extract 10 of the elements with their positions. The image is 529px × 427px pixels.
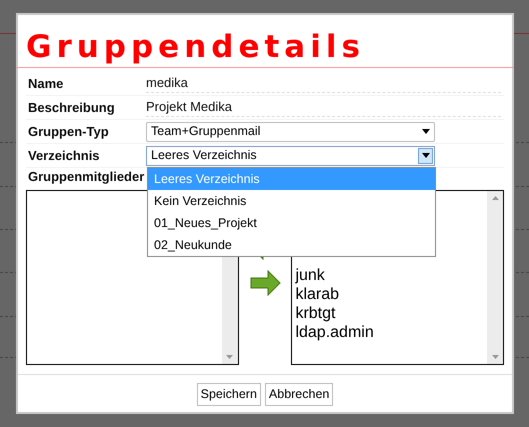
- field-label: Gruppen-Typ: [27, 122, 110, 141]
- select-value: Team+Gruppenmail: [151, 123, 260, 140]
- field-label: Gruppenmitglieder: [27, 170, 144, 184]
- field-label: Beschreibung: [27, 98, 116, 117]
- field-value: medika: [146, 74, 501, 93]
- field-label: Verzeichnis: [27, 146, 101, 165]
- field-value: Projekt Medika: [146, 98, 501, 117]
- select-value: Leeres Verzeichnis: [151, 147, 257, 164]
- field-label: Name: [27, 74, 64, 93]
- dialog-title: Gruppendetails: [16, 15, 514, 68]
